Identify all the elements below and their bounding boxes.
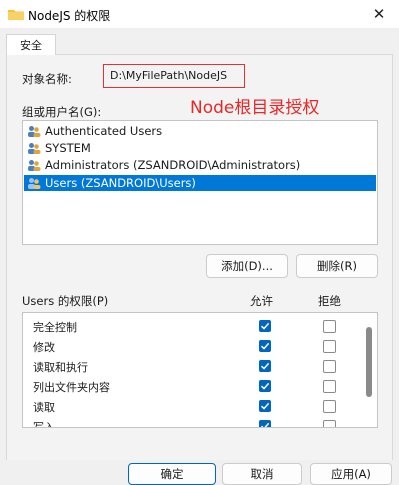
permission-row-list-folder: 列出文件夹内容 [23,376,361,396]
deny-checkbox[interactable] [323,400,336,413]
object-path-box: D:\MyFilePath\NodeJS [103,64,245,88]
permission-row-full-control: 完全控制 [23,316,361,336]
permission-name: 读取 [33,401,55,414]
permission-row-write: 写入 [23,416,361,428]
allow-column-header: 允许 [250,294,273,308]
permission-name: 写入 [33,421,55,428]
permission-row-modify: 修改 [23,336,361,356]
permission-row-read: 读取 [23,396,361,416]
allow-checkbox[interactable] [259,400,271,412]
title-bar: NodeJS 的权限 ✕ [0,0,399,28]
apply-button[interactable]: 应用(A) [310,463,392,485]
deny-checkbox[interactable] [323,340,336,353]
permission-name: 读取和执行 [33,361,88,374]
deny-checkbox[interactable] [323,320,336,333]
user-item-label: SYSTEM [45,141,91,155]
object-path-value: D:\MyFilePath\NodeJS [110,69,228,82]
user-item-authenticated-users[interactable]: Authenticated Users [24,123,376,139]
allow-checkbox[interactable] [259,380,271,392]
users-group-icon [28,160,41,171]
close-button[interactable]: ✕ [359,0,399,28]
user-item-users[interactable]: Users (ZSANDROID\Users) [24,175,376,191]
remove-button[interactable]: 删除(R) [296,254,378,278]
user-item-label: Authenticated Users [45,124,163,138]
cancel-button[interactable]: 取消 [222,463,302,485]
permissions-list[interactable]: 完全控制 修改 读取和执行 列出文件夹内容 读取 写入 [22,312,378,428]
deny-column-header: 拒绝 [318,294,341,308]
check-icon [260,422,270,427]
permissions-dialog: NodeJS 的权限 ✕ 安全 对象名称: D:\MyFilePath\Node… [0,0,399,485]
check-icon [260,342,270,350]
allow-checkbox[interactable] [259,320,271,332]
user-item-label: Administrators (ZSANDROID\Administrators… [45,158,301,172]
scroll-thumb[interactable] [366,327,372,397]
tab-security[interactable]: 安全 [6,34,56,55]
user-item-label: Users (ZSANDROID\Users) [45,176,196,190]
user-item-administrators[interactable]: Administrators (ZSANDROID\Administrators… [24,157,376,173]
close-icon: ✕ [372,5,386,23]
permission-name: 修改 [33,341,55,354]
user-item-system[interactable]: SYSTEM [24,140,376,156]
deny-checkbox[interactable] [323,420,336,427]
add-button[interactable]: 添加(D)... [206,254,288,278]
check-icon [260,322,270,330]
allow-checkbox[interactable] [259,420,271,427]
check-icon [260,402,270,410]
users-group-icon [28,178,41,189]
permissions-label: Users 的权限(P) [22,294,109,308]
users-list[interactable]: Authenticated Users SYSTEM Administrator… [22,120,378,245]
ok-button[interactable]: 确定 [128,463,216,485]
permission-name: 完全控制 [33,321,77,334]
permissions-scrollbar[interactable] [362,313,377,427]
permission-name: 列出文件夹内容 [33,381,110,394]
allow-checkbox[interactable] [259,360,271,372]
annotation-text: Node根目录授权 [190,98,320,118]
users-group-icon [28,126,41,137]
users-group-icon [28,143,41,154]
window-title: NodeJS 的权限 [28,9,111,23]
check-icon [260,382,270,390]
users-list-label: 组或用户名(G): [22,105,102,119]
check-icon [260,362,270,370]
deny-checkbox[interactable] [323,380,336,393]
allow-checkbox[interactable] [259,340,271,352]
folder-icon [8,10,24,20]
permission-row-read-execute: 读取和执行 [23,356,361,376]
deny-checkbox[interactable] [323,360,336,373]
object-name-label: 对象名称: [22,72,72,86]
